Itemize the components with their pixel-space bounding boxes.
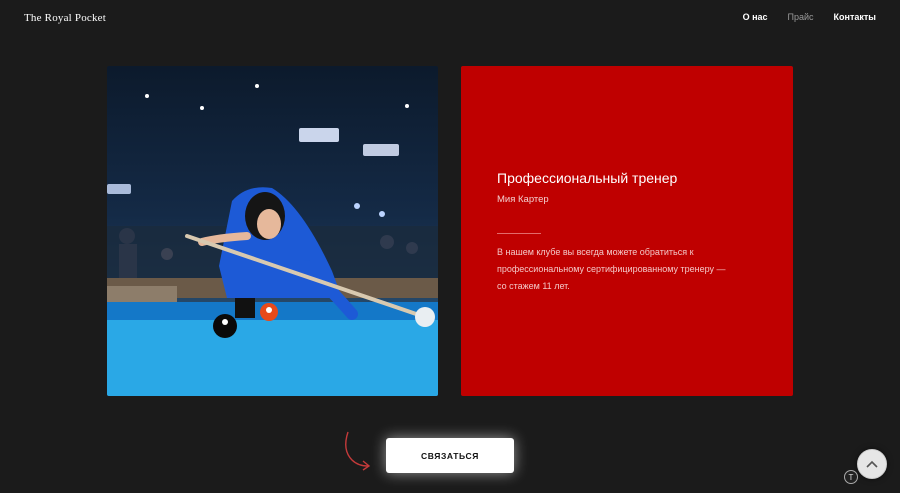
site-logo[interactable]: The Royal Pocket	[24, 12, 106, 24]
scroll-top-button[interactable]	[857, 449, 887, 479]
trainer-photo	[107, 66, 438, 396]
curved-arrow-icon	[345, 431, 371, 471]
trainer-card: Профессиональный тренер Мия Картер В наш…	[461, 66, 793, 396]
billiards-photo-illustration	[107, 84, 438, 396]
trainer-name: Мия Картер	[497, 194, 549, 205]
trainer-description: В нашем клубе вы всегда можете обратитьс…	[497, 247, 726, 291]
card-divider	[497, 233, 541, 234]
nav-about[interactable]: О нас	[743, 12, 768, 22]
trainer-title: Профессиональный тренер	[497, 170, 678, 186]
nav-price[interactable]: Прайс	[788, 12, 814, 22]
site-header: The Royal Pocket О нас Прайс Контакты	[0, 0, 900, 36]
nav-contacts[interactable]: Контакты	[834, 12, 876, 22]
main-nav: О нас Прайс Контакты	[743, 12, 876, 22]
contact-button[interactable]: СВЯЗАТЬСЯ	[386, 438, 514, 473]
chevron-up-icon	[866, 460, 878, 468]
site-badge[interactable]: T	[844, 470, 858, 484]
